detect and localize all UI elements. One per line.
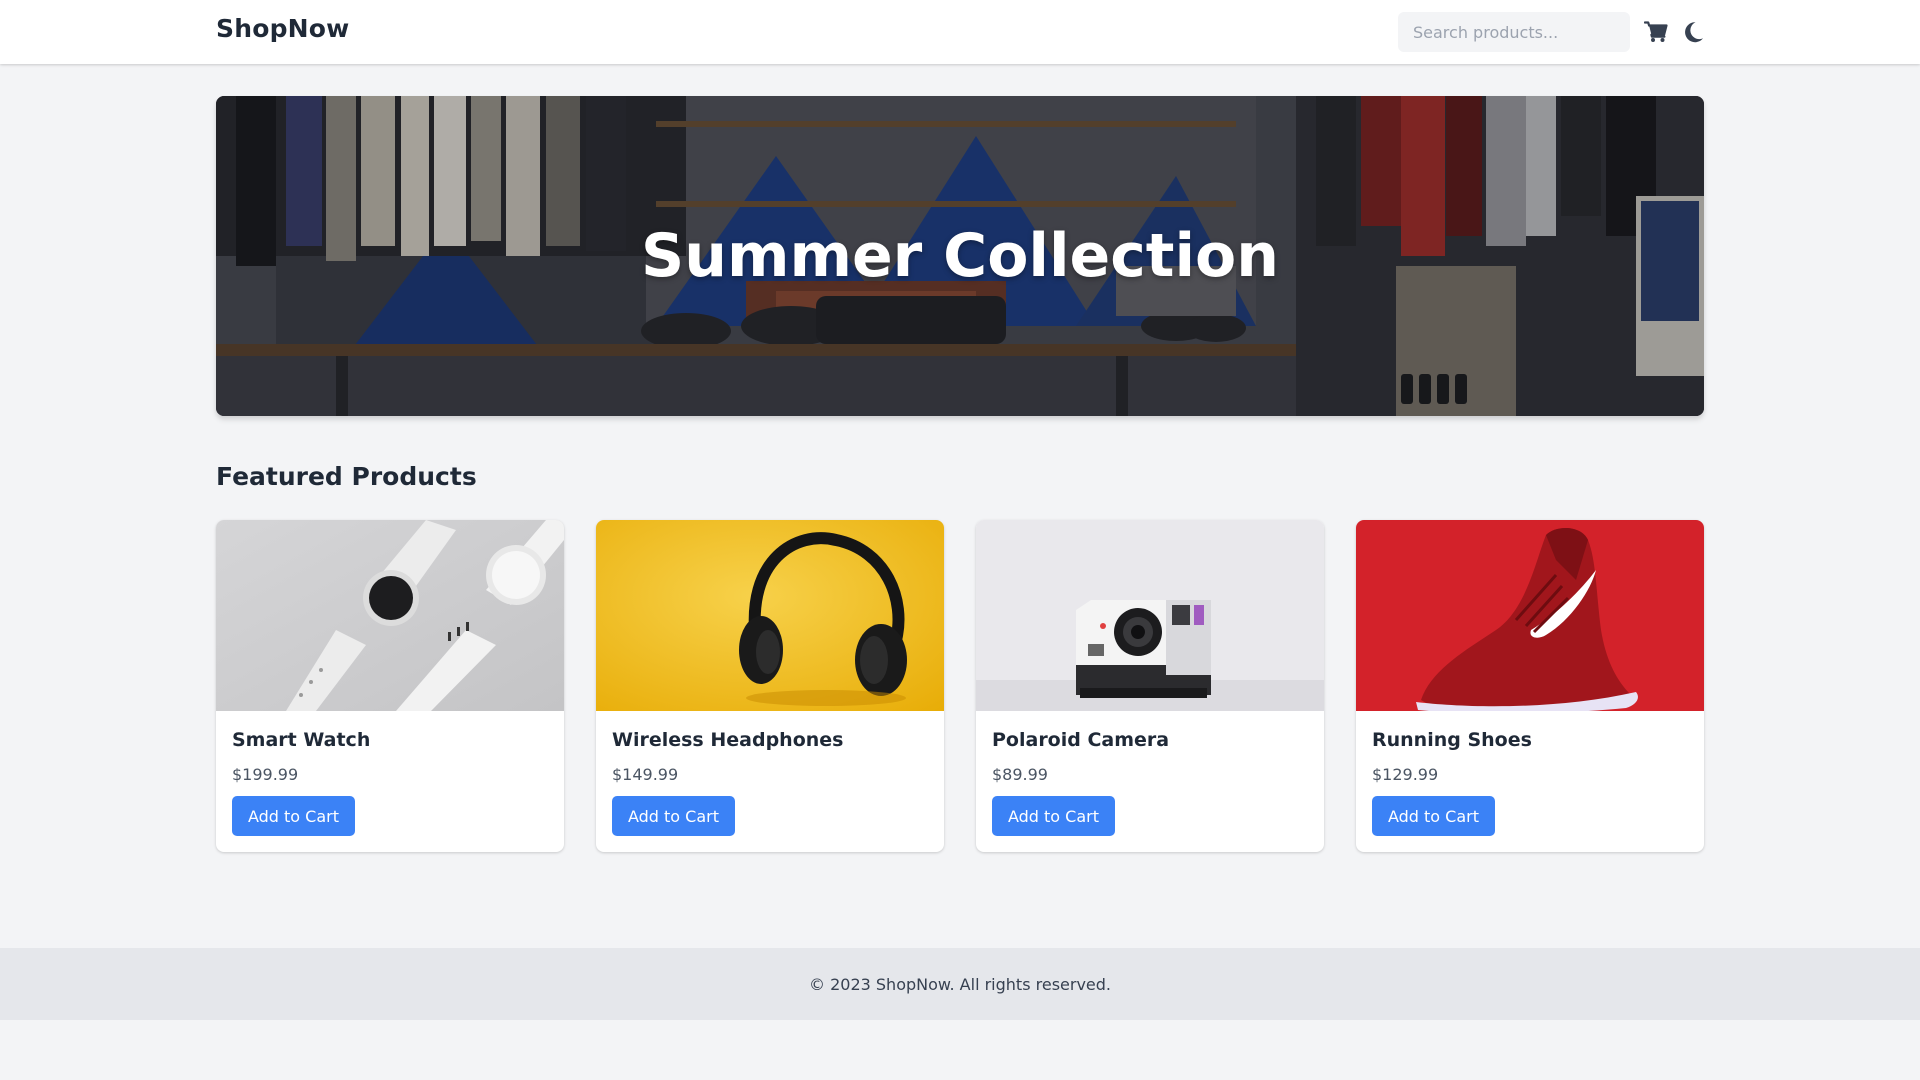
camera-image — [976, 520, 1324, 711]
product-name: Running Shoes — [1372, 729, 1532, 751]
cart-icon — [1644, 21, 1668, 42]
product-name: Wireless Headphones — [612, 729, 844, 751]
product-price: $199.99 — [232, 765, 299, 784]
product-name: Smart Watch — [232, 729, 371, 751]
product-card: Wireless Headphones $149.99 Add to Cart — [596, 520, 944, 852]
add-to-cart-button[interactable]: Add to Cart — [612, 796, 735, 836]
product-image[interactable] — [976, 520, 1324, 711]
product-price: $149.99 — [612, 765, 679, 784]
top-navbar: ShopNow — [0, 0, 1920, 64]
product-card: Running Shoes $129.99 Add to Cart — [1356, 520, 1704, 852]
add-to-cart-button[interactable]: Add to Cart — [232, 796, 355, 836]
product-card: Polaroid Camera $89.99 Add to Cart — [976, 520, 1324, 852]
page-footer: © 2023 ShopNow. All rights reserved. — [0, 948, 1920, 1020]
brand-logo[interactable]: ShopNow — [216, 14, 349, 43]
add-to-cart-button[interactable]: Add to Cart — [1372, 796, 1495, 836]
search-input[interactable] — [1398, 12, 1630, 52]
product-card: Smart Watch $199.99 Add to Cart — [216, 520, 564, 852]
product-image[interactable] — [216, 520, 564, 711]
copyright-text: © 2023 ShopNow. All rights reserved. — [809, 974, 1111, 994]
product-image[interactable] — [596, 520, 944, 711]
section-title: Featured Products — [216, 462, 477, 491]
product-name: Polaroid Camera — [992, 729, 1170, 751]
product-price: $129.99 — [1372, 765, 1439, 784]
smart-watch-image — [216, 520, 564, 711]
shoe-image — [1356, 520, 1704, 711]
moon-icon — [1685, 22, 1703, 43]
hero-title: Summer Collection — [641, 221, 1279, 291]
product-image[interactable] — [1356, 520, 1704, 711]
hero-banner: Summer Collection — [216, 96, 1704, 416]
cart-button[interactable] — [1643, 19, 1669, 45]
theme-toggle-button[interactable] — [1681, 19, 1707, 45]
headphones-image — [596, 520, 944, 711]
add-to-cart-button[interactable]: Add to Cart — [992, 796, 1115, 836]
product-price: $89.99 — [992, 765, 1048, 784]
